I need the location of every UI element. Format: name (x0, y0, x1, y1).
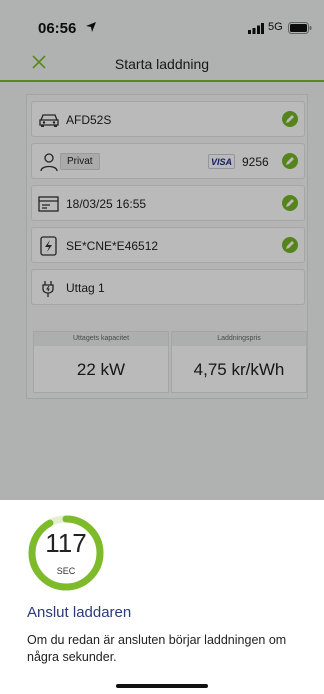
modal-backdrop[interactable] (0, 0, 324, 500)
countdown-timer: 117 SEC (27, 514, 105, 592)
countdown-unit: SEC (56, 566, 76, 576)
countdown-value: 117 (45, 528, 87, 558)
sheet-message: Om du redan är ansluten börjar laddninge… (27, 633, 287, 664)
bottom-sheet: 117 SEC Anslut laddaren Om du redan är a… (0, 500, 324, 694)
home-indicator (116, 684, 208, 688)
sheet-title: Anslut laddaren (27, 604, 132, 621)
